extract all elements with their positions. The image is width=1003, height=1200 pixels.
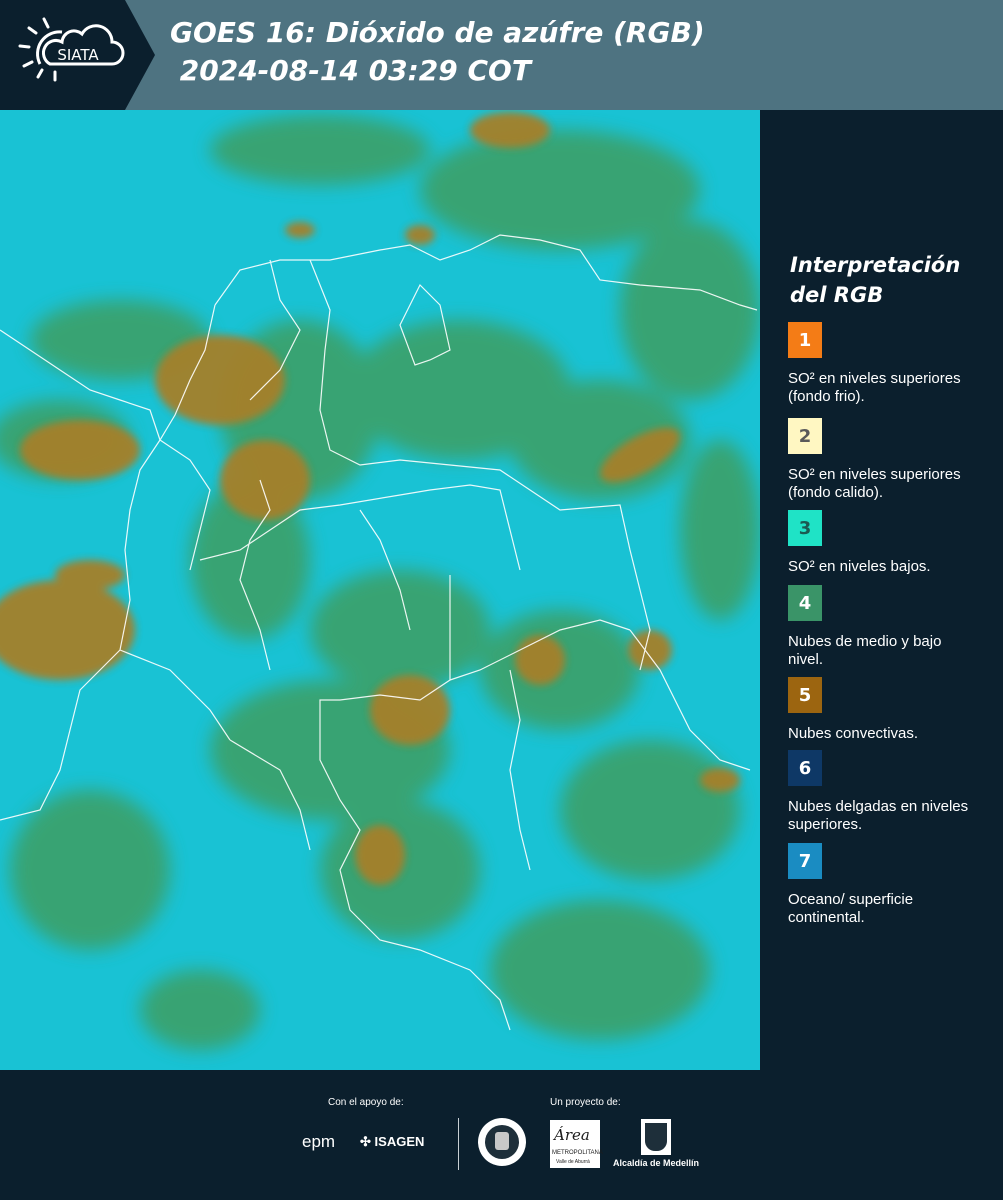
- logo-text: SIATA: [57, 46, 99, 64]
- legend-swatch-5: 5: [788, 677, 822, 713]
- legend-panel: Interpretación del RGB 1 SO² en niveles …: [760, 110, 1003, 1070]
- alcaldia-label: Alcaldía de Medellín: [613, 1158, 700, 1168]
- legend-number-6: 6: [798, 757, 812, 779]
- legend-number-4: 4: [798, 592, 812, 614]
- legend-swatch-6: 6: [788, 750, 822, 786]
- legend-desc-7: Oceano/ superficie continental.: [788, 891, 914, 926]
- medellin-seal-icon: [478, 1118, 526, 1166]
- legend-desc-3: SO² en niveles bajos.: [788, 558, 931, 575]
- area-metropolitana-logo: Área METROPOLITANA Valle de Aburrá: [550, 1120, 603, 1168]
- legend-number-5: 5: [798, 684, 812, 706]
- area-logo-text: Área: [554, 1126, 590, 1144]
- legend-item-4: 4 Nubes de medio y bajo nivel.: [788, 585, 998, 669]
- project-label: Un proyecto de:: [550, 1097, 621, 1108]
- isagen-mark-icon: ✣: [360, 1134, 371, 1149]
- legend-desc-5: Nubes convectivas.: [788, 725, 919, 742]
- legend-swatch-2: 2: [788, 418, 822, 454]
- title-line-1: GOES 16: Dióxido de azúfre (RGB): [170, 16, 705, 49]
- legend-desc-2: SO² en niveles superiores (fondo calido)…: [788, 466, 961, 501]
- legend-item-6: 6 Nubes delgadas en niveles superiores.: [788, 750, 998, 834]
- legend-number-2: 2: [798, 425, 812, 447]
- isagen-logo-text: ISAGEN: [374, 1134, 425, 1149]
- legend-item-3: 3 SO² en niveles bajos.: [788, 510, 998, 576]
- siata-logo: SIATA: [0, 0, 155, 110]
- legend-swatch-4: 4: [788, 585, 822, 621]
- epm-logo: epm: [302, 1132, 335, 1152]
- legend-desc-4: Nubes de medio y bajo nivel.: [788, 633, 942, 668]
- legend-number-1: 1: [798, 329, 812, 351]
- legend-desc-6: Nubes delgadas en niveles superiores.: [788, 798, 969, 833]
- area-logo-subtext: METROPOLITANA: [552, 1150, 603, 1156]
- legend-desc-1: SO² en niveles superiores (fondo frio).: [788, 370, 961, 405]
- alcaldia-shield-icon: [641, 1119, 671, 1155]
- isagen-logo: ✣ ISAGEN: [360, 1134, 424, 1150]
- footer: Con el apoyo de: Un proyecto de: epm ✣ I…: [0, 1070, 1003, 1200]
- area-logo-subtext-2: Valle de Aburrá: [556, 1159, 590, 1165]
- satellite-map[interactable]: [0, 110, 760, 1070]
- legend-title: Interpretación del RGB: [790, 253, 961, 307]
- title-line-2: 2024-08-14 03:29 COT: [170, 54, 531, 87]
- page-title: GOES 16: Dióxido de azúfre (RGB) 2024-08…: [170, 14, 705, 90]
- legend-item-7: 7 Oceano/ superficie continental.: [788, 843, 998, 927]
- footer-divider: [458, 1118, 459, 1170]
- legend-swatch-3: 3: [788, 510, 822, 546]
- legend-swatch-7: 7: [788, 843, 822, 879]
- legend-number-7: 7: [798, 850, 812, 872]
- legend-swatch-1: 1: [788, 322, 822, 358]
- legend-number-3: 3: [798, 517, 812, 539]
- legend-item-2: 2 SO² en niveles superiores (fondo calid…: [788, 418, 998, 502]
- legend-item-1: 1 SO² en niveles superiores (fondo frio)…: [788, 322, 998, 406]
- legend-item-5: 5 Nubes convectivas.: [788, 677, 998, 743]
- header-bar: SIATA GOES 16: Dióxido de azúfre (RGB) 2…: [0, 0, 1003, 110]
- epm-logo-text: epm: [302, 1132, 336, 1151]
- support-label: Con el apoyo de:: [328, 1097, 404, 1108]
